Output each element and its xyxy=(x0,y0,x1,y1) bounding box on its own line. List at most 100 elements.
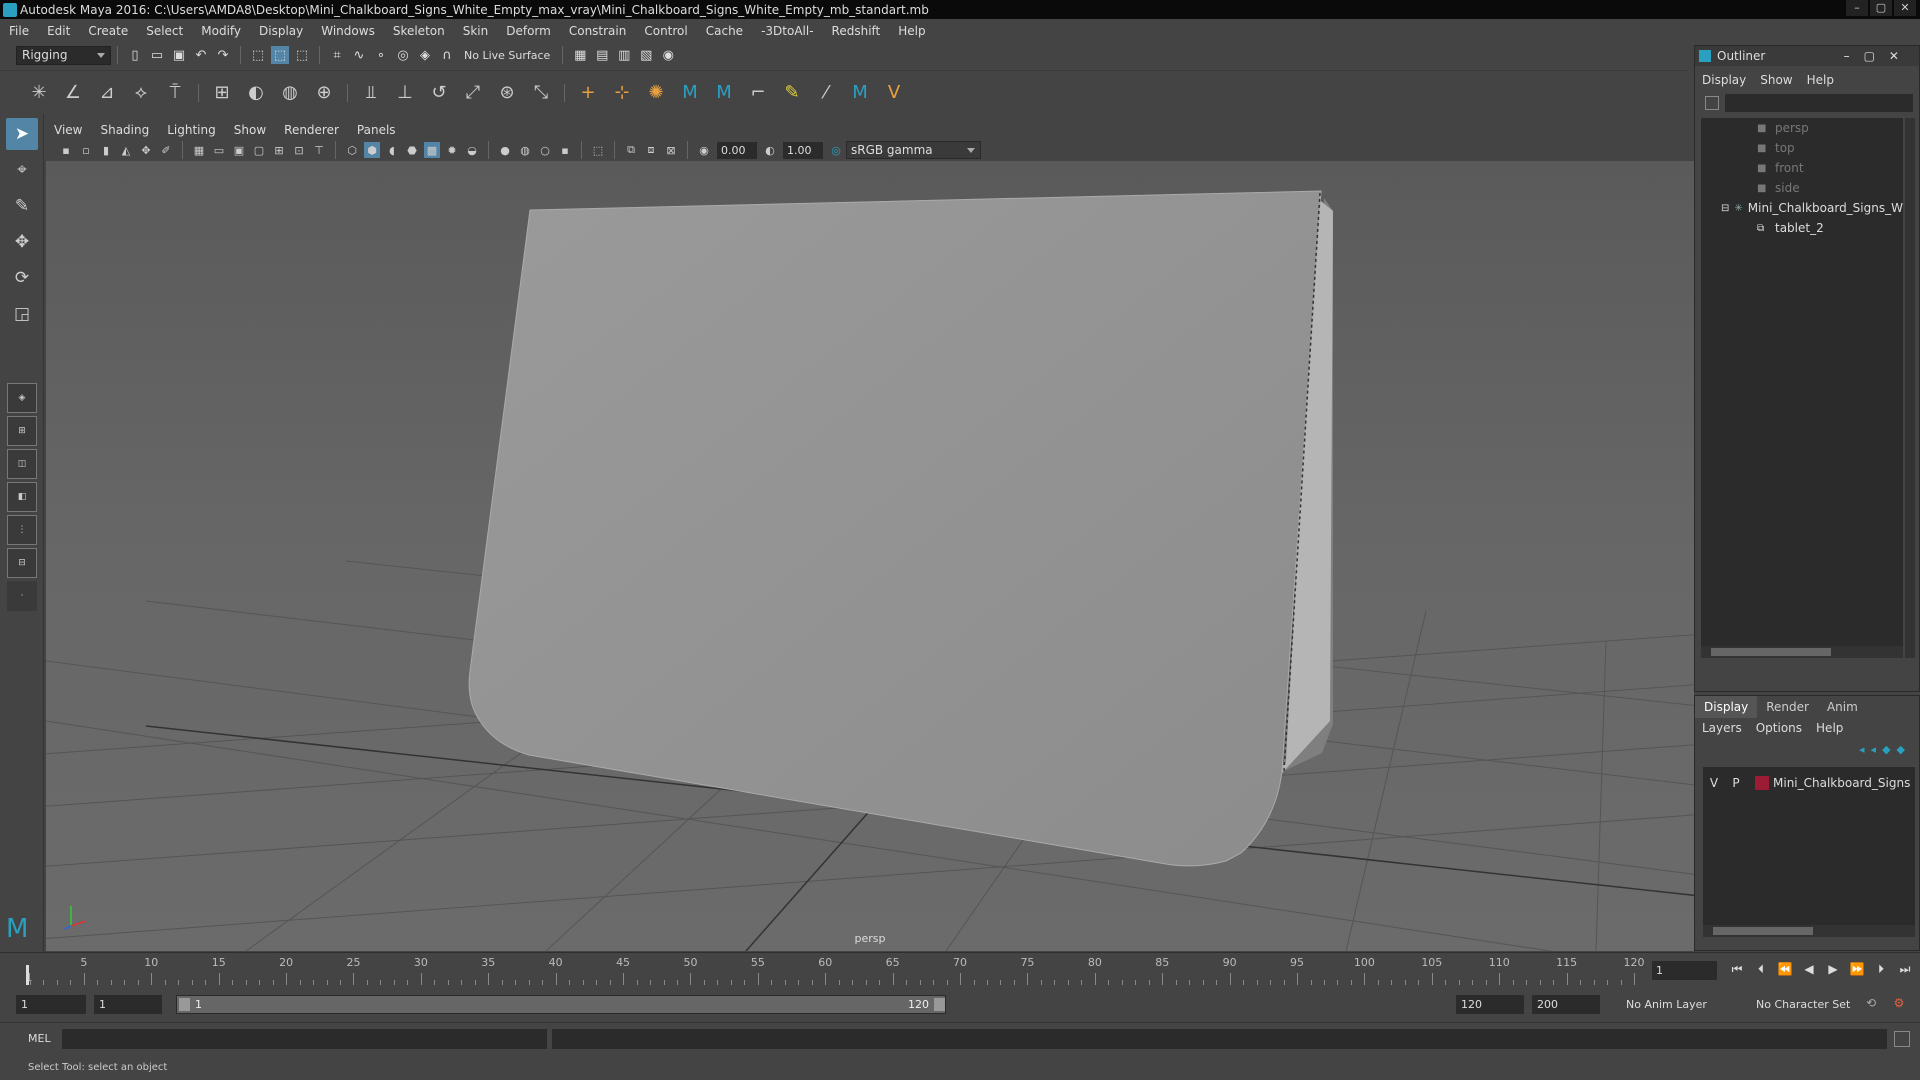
orient-constraint-icon[interactable]: ↺ xyxy=(424,78,454,108)
anim-layer-dropdown[interactable]: No Anim Layer xyxy=(1620,995,1738,1014)
brush-tool-icon[interactable]: ⁄ xyxy=(811,78,841,108)
scrollbar-thumb[interactable] xyxy=(1711,648,1831,656)
outliner-item-front[interactable]: ■ front xyxy=(1701,158,1903,178)
open-scene-icon[interactable]: ▭ xyxy=(148,46,166,64)
snap-view-icon[interactable]: ◎ xyxy=(394,46,412,64)
layer-color-swatch[interactable] xyxy=(1755,776,1769,790)
menu-create[interactable]: Create xyxy=(79,24,137,38)
step-forward-icon[interactable]: ⏵ xyxy=(1872,962,1890,977)
v-shape-icon[interactable]: V xyxy=(879,78,909,108)
panel-menu-panels[interactable]: Panels xyxy=(349,123,406,137)
menu-skeleton[interactable]: Skeleton xyxy=(384,24,454,38)
2d-pan-icon[interactable]: ✥ xyxy=(138,142,154,158)
go-to-end-icon[interactable]: ⏭ xyxy=(1896,962,1914,977)
outliner-item-mesh[interactable]: ⧉ tablet_2 xyxy=(1701,218,1903,238)
outliner-menu-help[interactable]: Help xyxy=(1800,73,1841,87)
layer-menu-help[interactable]: Help xyxy=(1809,721,1850,735)
render-frame-icon[interactable]: ▤ xyxy=(593,46,611,64)
outliner-item-group[interactable]: ⊟ ✳ Mini_Chalkboard_Signs_W xyxy=(1701,198,1903,218)
aim-constraint-icon[interactable]: ⊛ xyxy=(492,78,522,108)
insert-joint-icon[interactable]: ∠ xyxy=(58,78,88,108)
cluster-icon[interactable]: ⊕ xyxy=(309,78,339,108)
colorspace-dropdown[interactable]: sRGB gamma xyxy=(846,141,981,159)
layer-action-icons[interactable]: ◂◂◆◆ xyxy=(1859,743,1911,756)
outliner-filter-icon[interactable] xyxy=(1705,96,1719,110)
camera-select-icon[interactable]: ▪ xyxy=(58,142,74,158)
isolate-select-icon[interactable]: ⬚ xyxy=(590,142,606,158)
outliner-item-side[interactable]: ■ side xyxy=(1701,178,1903,198)
undo-icon[interactable]: ↶ xyxy=(192,46,210,64)
animation-prefs-icon[interactable]: ⚙ xyxy=(1890,996,1908,1010)
layer-row[interactable]: V P Mini_Chalkboard_Signs xyxy=(1703,773,1915,793)
collapse-icon[interactable]: ⊟ xyxy=(1721,203,1730,214)
lattice-icon[interactable]: ◍ xyxy=(275,78,305,108)
live-surface-label[interactable]: No Live Surface xyxy=(458,49,556,62)
layer-playback-toggle[interactable]: P xyxy=(1725,776,1747,790)
panel-menu-view[interactable]: View xyxy=(46,123,92,137)
render-view-icon[interactable]: ▦ xyxy=(571,46,589,64)
menu-display[interactable]: Display xyxy=(250,24,312,38)
point-constraint-icon[interactable]: ⊥ xyxy=(390,78,420,108)
play-forward-icon[interactable]: ▶ xyxy=(1824,962,1842,976)
custom-layout-icon[interactable]: · xyxy=(7,581,37,611)
snap-surface-icon[interactable]: ◈ xyxy=(416,46,434,64)
menu-file[interactable]: File xyxy=(0,24,38,38)
xray-components-icon[interactable]: ⊠ xyxy=(663,142,679,158)
redo-icon[interactable]: ↷ xyxy=(214,46,232,64)
paint-weights-icon[interactable]: ✎ xyxy=(777,78,807,108)
end-time-field[interactable]: 200 xyxy=(1532,995,1600,1014)
use-all-lights-icon[interactable]: ✹ xyxy=(444,142,460,158)
menu-select[interactable]: Select xyxy=(137,24,192,38)
current-frame-field[interactable]: 1 xyxy=(1652,961,1717,980)
anti-alias-icon[interactable]: ○ xyxy=(537,142,553,158)
xray-joints-icon[interactable]: ⧈ xyxy=(643,142,659,158)
range-start-handle[interactable] xyxy=(179,998,190,1011)
safe-title-icon[interactable]: ⊤ xyxy=(311,142,327,158)
paint-select-icon[interactable]: ✎ xyxy=(6,190,38,222)
grid-toggle-icon[interactable]: ▦ xyxy=(191,142,207,158)
graph-layout-icon[interactable]: ⋮ xyxy=(7,515,37,545)
create-joint-icon[interactable]: ✳ xyxy=(24,78,54,108)
menu-deform[interactable]: Deform xyxy=(497,24,560,38)
two-pane-layout-icon[interactable]: ◫ xyxy=(7,449,37,479)
wireframe-on-shaded-icon[interactable]: ⬣ xyxy=(404,142,420,158)
menu-skin[interactable]: Skin xyxy=(454,24,498,38)
redshift-light-icon[interactable]: ✺ xyxy=(641,78,671,108)
character-set-dropdown[interactable]: No Character Set xyxy=(1750,995,1868,1014)
grease-pencil-icon[interactable]: ✐ xyxy=(158,142,174,158)
layer-menu-options[interactable]: Options xyxy=(1749,721,1809,735)
locator-icon[interactable]: + xyxy=(573,78,603,108)
outliner-hscrollbar[interactable] xyxy=(1701,646,1903,658)
outliner-item-top[interactable]: ■ top xyxy=(1701,138,1903,158)
rotate-tool-icon[interactable]: ⟳ xyxy=(6,262,38,294)
new-scene-icon[interactable]: ▯ xyxy=(126,46,144,64)
maya-logo-icon[interactable]: M xyxy=(675,78,705,108)
layer-visibility-toggle[interactable]: V xyxy=(1703,776,1725,790)
panel-menu-show[interactable]: Show xyxy=(226,123,276,137)
outliner-window-controls[interactable]: –▢✕ xyxy=(1844,49,1913,63)
snap-curve-icon[interactable]: ∿ xyxy=(350,46,368,64)
menu-edit[interactable]: Edit xyxy=(38,24,79,38)
tab-display[interactable]: Display xyxy=(1695,696,1758,718)
prev-key-icon[interactable]: ⏪ xyxy=(1776,962,1794,976)
snap-point-icon[interactable]: ∘ xyxy=(372,46,390,64)
scrollbar-thumb[interactable] xyxy=(1713,927,1813,935)
command-input[interactable] xyxy=(62,1029,547,1049)
select-hierarchy-icon[interactable]: ⬚ xyxy=(249,46,267,64)
hypershade-layout-icon[interactable]: ⊟ xyxy=(7,548,37,578)
film-gate-icon[interactable]: ▭ xyxy=(211,142,227,158)
auto-key-icon[interactable]: ⟲ xyxy=(1862,996,1880,1010)
range-end-handle[interactable] xyxy=(934,998,945,1011)
parent-constraint-icon[interactable]: ⫫ xyxy=(356,78,386,108)
exposure-icon[interactable]: ◉ xyxy=(696,142,712,158)
menu-constrain[interactable]: Constrain xyxy=(560,24,636,38)
script-language-label[interactable]: MEL xyxy=(28,1032,51,1045)
smooth-shade-icon[interactable]: ⬢ xyxy=(364,142,380,158)
joint-orient-icon[interactable]: ⊹ xyxy=(607,78,637,108)
range-bar[interactable]: 1 120 xyxy=(176,995,946,1014)
script-editor-icon[interactable] xyxy=(1894,1031,1910,1047)
start-time-field[interactable]: 1 xyxy=(16,995,86,1014)
pole-vector-icon[interactable]: ⤡ xyxy=(526,78,556,108)
exposure-field[interactable]: 0.00 xyxy=(717,141,757,159)
save-scene-icon[interactable]: ▣ xyxy=(170,46,188,64)
